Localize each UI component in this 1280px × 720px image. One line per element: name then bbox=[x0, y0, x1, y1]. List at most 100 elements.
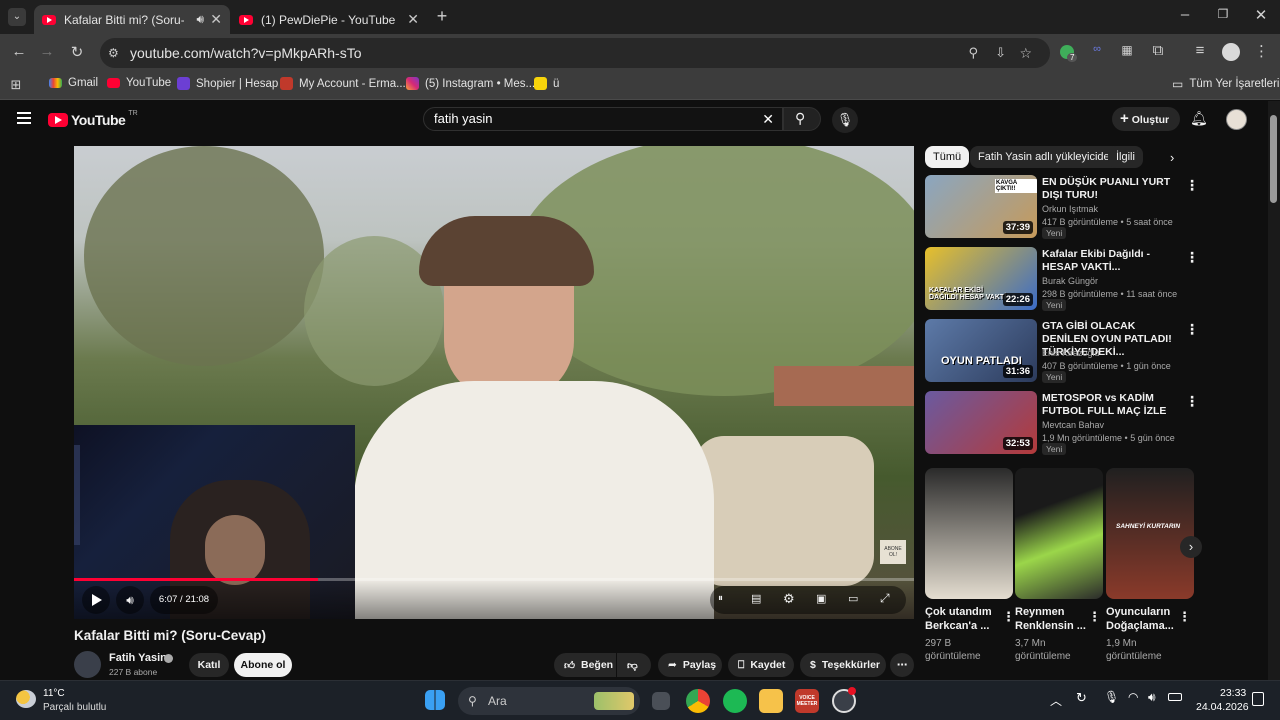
more-options-icon[interactable]: ⋮ bbox=[1185, 249, 1199, 266]
youtube-logo[interactable]: YouTube TR bbox=[48, 110, 138, 128]
join-button[interactable]: Katıl bbox=[189, 653, 229, 677]
zoom-icon[interactable]: ⚲ bbox=[968, 45, 978, 61]
settings-gear-icon[interactable]: ⚙ bbox=[783, 591, 795, 607]
forward-icon[interactable]: → bbox=[38, 43, 56, 60]
notification-icon[interactable] bbox=[1252, 692, 1264, 706]
video-player[interactable]: ABONE OL! 🔊︎ 6:07 / 21:08 ⏸ ▤ ⚙ ▣ ▭ ⤢ bbox=[74, 146, 914, 619]
subtitles-icon[interactable]: ▤ bbox=[751, 592, 761, 605]
sync-icon[interactable]: ↻ bbox=[1076, 690, 1087, 706]
speaker-tray-icon[interactable]: 🔊︎ bbox=[1148, 690, 1156, 705]
bookmark-instagram[interactable]: (5) Instagram • Mes... bbox=[406, 77, 535, 90]
bookmark-youtube[interactable]: YouTube bbox=[107, 77, 171, 89]
recommendation-item[interactable]: 32:53 METOSPOR vs KADİM FUTBOL FULL MAÇ … bbox=[925, 391, 1265, 455]
short-more-icon[interactable]: ⋮ bbox=[1088, 609, 1101, 625]
speaker-icon[interactable]: 🔊︎ bbox=[196, 12, 204, 27]
subscribe-button[interactable]: Abone ol bbox=[234, 653, 292, 677]
save-button[interactable]: ⎕ Kaydet bbox=[728, 653, 794, 677]
scrollbar-thumb[interactable] bbox=[1270, 115, 1277, 203]
hamburger-icon[interactable] bbox=[17, 112, 31, 124]
more-options-icon[interactable]: ⋮ bbox=[1185, 177, 1199, 194]
account-avatar[interactable] bbox=[1226, 109, 1247, 130]
thanks-button[interactable]: $ Teşekkürler bbox=[800, 653, 886, 677]
notifications-bell-icon[interactable]: 🔔︎ bbox=[1190, 110, 1208, 127]
file-explorer-icon[interactable] bbox=[759, 689, 783, 713]
like-button[interactable]: 👍︎ Beğen bbox=[554, 653, 616, 677]
spotify-icon[interactable] bbox=[723, 689, 747, 713]
chrome-icon[interactable] bbox=[686, 689, 710, 713]
all-bookmarks[interactable]: ▭ Tüm Yer İşaretleri bbox=[1172, 77, 1279, 91]
more-actions-button[interactable]: ⋯ bbox=[890, 653, 914, 677]
page-scrollbar[interactable] bbox=[1268, 101, 1280, 680]
extension-icon-3[interactable]: ▦ bbox=[1120, 43, 1134, 57]
weather-icon[interactable] bbox=[16, 690, 36, 708]
short-more-icon[interactable]: ⋮ bbox=[1002, 609, 1015, 625]
share-button[interactable]: ➦ Paylaş bbox=[658, 653, 722, 677]
voicemeeter-icon[interactable]: VOICE MEETER bbox=[795, 689, 819, 713]
shorts-next-button[interactable]: › bbox=[1180, 536, 1202, 558]
more-options-icon[interactable]: ⋮ bbox=[1185, 393, 1199, 410]
install-icon[interactable]: ⇩ bbox=[995, 45, 1006, 61]
close-tab-icon[interactable]: ✕ bbox=[407, 11, 419, 28]
short-thumbnail[interactable] bbox=[1015, 468, 1103, 599]
chrome-menu-icon[interactable]: ⋮ bbox=[1254, 42, 1269, 60]
short-more-icon[interactable]: ⋮ bbox=[1178, 609, 1191, 625]
task-view-icon[interactable] bbox=[652, 692, 670, 710]
cast-icon[interactable]: ▭ bbox=[848, 592, 858, 605]
maximize-icon[interactable]: ❐ bbox=[1214, 7, 1232, 21]
extension-icon-2[interactable]: ∞ bbox=[1090, 43, 1104, 55]
reload-icon[interactable]: ↻ bbox=[68, 43, 86, 61]
clear-search-icon[interactable]: ✕ bbox=[762, 108, 774, 130]
bookmark-ermax[interactable]: My Account - Erma... bbox=[280, 77, 406, 90]
channel-name[interactable]: Fatih Yasin bbox=[109, 652, 167, 664]
address-bar[interactable]: ⚙ youtube.com/watch?v=pMkpARh-sTo ⚲ ⇩ ☆ bbox=[100, 38, 1050, 68]
chip-all[interactable]: Tümü bbox=[925, 146, 970, 168]
chips-next-icon[interactable]: › bbox=[1170, 150, 1174, 165]
search-button[interactable]: ⚲ bbox=[783, 107, 821, 131]
chip-uploader[interactable]: Fatih Yasin adlı yükleyiciden bbox=[970, 146, 1124, 168]
more-options-icon[interactable]: ⋮ bbox=[1185, 321, 1199, 338]
dislike-button[interactable]: 👎︎ bbox=[617, 653, 651, 677]
clock-date[interactable]: 24.04.2026 bbox=[1196, 701, 1249, 713]
bookmark-gmail[interactable]: Gmail bbox=[49, 77, 98, 89]
miniplayer-icon[interactable]: ▣ bbox=[816, 592, 826, 605]
mic-tray-icon[interactable]: 🎙︎ bbox=[1104, 690, 1119, 704]
extensions-puzzle-icon[interactable]: ⧉ bbox=[1150, 42, 1166, 59]
short-thumbnail[interactable]: SAHNEYİ KURTARIN bbox=[1106, 468, 1194, 599]
recommendation-item[interactable]: KAVGA ÇIKTI!! 37:39 EN DÜŞÜK PUANLI YURT… bbox=[925, 175, 1265, 239]
chip-related[interactable]: İlgili bbox=[1108, 146, 1143, 168]
fullscreen-icon[interactable]: ⤢ bbox=[880, 591, 890, 606]
media-control-icon[interactable]: ≡ bbox=[1192, 42, 1208, 59]
tab-pewdiepie[interactable]: (1) PewDiePie - YouTube ✕ bbox=[231, 5, 427, 34]
tab-search-icon[interactable]: ⌄ bbox=[8, 8, 26, 26]
short-thumbnail[interactable] bbox=[925, 468, 1013, 599]
channel-avatar[interactable] bbox=[74, 651, 101, 678]
close-window-icon[interactable]: ✕ bbox=[1252, 6, 1270, 24]
new-tab-icon[interactable]: + bbox=[433, 6, 451, 27]
bookmark-u[interactable]: ü bbox=[534, 77, 559, 90]
autoplay-toggle-icon[interactable]: ⏸ bbox=[718, 593, 723, 604]
channel-watermark[interactable]: ABONE OL! bbox=[880, 540, 906, 564]
volume-button[interactable]: 🔊︎ bbox=[116, 586, 144, 614]
clock-time[interactable]: 23:33 bbox=[1220, 687, 1246, 699]
site-info-icon[interactable]: ⚙ bbox=[108, 46, 119, 60]
start-windows-icon[interactable] bbox=[425, 690, 445, 710]
profile-avatar[interactable] bbox=[1222, 43, 1240, 61]
back-icon[interactable]: ← bbox=[10, 43, 28, 60]
search-input[interactable]: fatih yasin ✕ bbox=[423, 107, 783, 131]
play-button[interactable] bbox=[82, 586, 110, 614]
progress-bar[interactable] bbox=[74, 578, 914, 581]
apps-grid-icon[interactable]: ⊞ bbox=[8, 77, 24, 93]
close-tab-icon[interactable]: ✕ bbox=[210, 11, 222, 28]
bookmark-star-icon[interactable]: ☆ bbox=[1019, 45, 1032, 62]
taskbar-search[interactable]: ⚲ Ara bbox=[458, 687, 640, 715]
battery-icon[interactable] bbox=[1168, 693, 1182, 701]
recommendation-item[interactable]: KAFALAR EKİBİ DAĞILDI HESAP VAKTİ 22:26 … bbox=[925, 247, 1265, 311]
show-hidden-icons-icon[interactable]: ︿ bbox=[1050, 692, 1062, 709]
create-button[interactable]: + Oluştur bbox=[1112, 107, 1180, 131]
tab-kafalar[interactable]: Kafalar Bitti mi? (Soru-Cevap) 🔊︎ ✕ bbox=[34, 5, 230, 34]
recommendation-item[interactable]: OYUN PATLADI 31:36 GTA GİBİ OLACAK DENİL… bbox=[925, 319, 1265, 383]
wifi-icon[interactable]: ◠ bbox=[1128, 690, 1138, 704]
minimize-icon[interactable]: – bbox=[1176, 6, 1194, 23]
bookmark-shopier[interactable]: Shopier | Hesap bbox=[177, 77, 278, 90]
voice-search-button[interactable]: 🎙︎ bbox=[832, 107, 858, 133]
